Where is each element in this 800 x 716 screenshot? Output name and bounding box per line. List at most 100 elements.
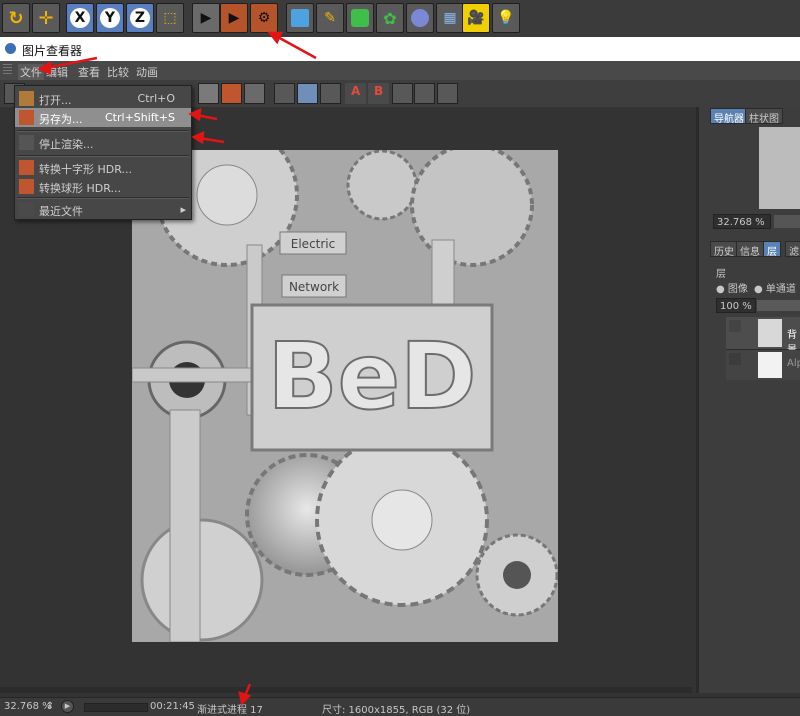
app-icon (5, 43, 16, 54)
render-progress-bar (84, 703, 148, 712)
render-view-icon[interactable]: ▶ (192, 3, 220, 33)
menu-grip (3, 64, 12, 76)
menu-convert-sphere-hdr[interactable]: 转换球形 HDR... (15, 177, 191, 196)
layer-row-alpha[interactable]: Alp (726, 350, 800, 380)
rendered-image: BeD Electric Network (132, 150, 558, 642)
light-icon[interactable]: 💡 (492, 3, 520, 33)
status-time: 00:21:45 (150, 701, 195, 712)
status-bar: 32.768 % ⇕ ▶ 00:21:45 渐进式进程 17 尺寸: 1600x… (0, 697, 800, 716)
menu-save-as-label: 另存为... (39, 113, 83, 126)
deformer-icon[interactable] (406, 3, 434, 33)
split-icon[interactable] (297, 83, 318, 104)
layer-visibility-checkbox[interactable] (729, 320, 741, 332)
tab-histogram[interactable]: 柱状图 (745, 108, 783, 125)
window-titlebar: 图片查看器 (0, 37, 800, 61)
layer-name-alpha: Alp (787, 358, 800, 369)
tab-filter[interactable]: 滤 (785, 241, 800, 258)
file-dropdown-menu: 打开... Ctrl+O 另存为... Ctrl+Shift+S 停止渲染...… (14, 85, 192, 220)
menu-edit[interactable]: 编辑 (46, 64, 68, 80)
render-picture-viewer-icon[interactable]: ▶ (220, 3, 248, 33)
camera-icon[interactable]: 🎥 (462, 3, 490, 33)
menu-animation[interactable]: 动画 (136, 64, 158, 80)
radio-single-channel[interactable]: ● 单通道 (754, 280, 796, 295)
move-icon[interactable]: ✛ (32, 3, 60, 33)
coordinate-system-icon[interactable]: ⬚ (156, 3, 184, 33)
tab-layer[interactable]: 层 (763, 241, 781, 258)
tab-navigator[interactable]: 导航器 (710, 108, 748, 125)
render-active-icon[interactable] (221, 83, 242, 104)
horizontal-scrollbar[interactable] (0, 687, 692, 693)
right-panel: 导航器 柱状图 32.768 % 历史 信息 层 滤 层 ● 图像 ● 单通道 … (696, 107, 800, 693)
recent-files-icon (19, 202, 34, 217)
open-icon (19, 91, 34, 106)
render-all-icon[interactable] (244, 83, 265, 104)
radio-image[interactable]: ● 图像 (716, 280, 748, 295)
menu-compare[interactable]: 比较 (107, 64, 129, 80)
opacity-field[interactable]: 100 % (716, 298, 756, 313)
menu-convert-sphere-hdr-label: 转换球形 HDR... (39, 182, 121, 195)
menu-convert-cross-hdr[interactable]: 转换十字形 HDR... (15, 158, 191, 177)
view-a-icon[interactable] (392, 83, 413, 104)
set-a-icon[interactable]: A (345, 83, 366, 104)
menu-save-as[interactable]: 另存为... Ctrl+Shift+S (15, 108, 191, 127)
opacity-slider[interactable] (757, 300, 800, 311)
menu-view[interactable]: 查看 (78, 64, 100, 80)
menu-open-shortcut: Ctrl+O (137, 92, 175, 105)
render-settings-icon[interactable]: ⚙ (250, 3, 278, 33)
navigator-zoom-field[interactable]: 32.768 % (713, 214, 771, 229)
status-image-size: 尺寸: 1600x1855, RGB (32 位) (322, 705, 471, 716)
zoom-stepper-icon[interactable]: ⇕ (46, 701, 54, 712)
menu-file[interactable]: 文件 (18, 64, 44, 80)
navigator-thumbnail[interactable] (759, 127, 800, 209)
subdivision-icon[interactable] (346, 3, 374, 33)
radio-single-label: 单通道 (765, 284, 796, 295)
save-as-icon (19, 110, 34, 125)
window-title: 图片查看器 (22, 44, 83, 58)
menu-stop-render[interactable]: 停止渲染... (15, 133, 191, 152)
stop-render-icon (19, 135, 34, 150)
ab-compare-icon[interactable] (274, 83, 295, 104)
submenu-arrow-icon: ▸ (180, 203, 186, 216)
ab-swap-icon[interactable] (320, 83, 341, 104)
z-axis-button[interactable]: Z (126, 3, 154, 33)
menu-recent-files[interactable]: 最近文件 ▸ (15, 200, 191, 219)
status-zoom[interactable]: 32.768 % (4, 701, 52, 712)
undo-icon[interactable]: ↻ (2, 3, 30, 33)
cross-hdr-icon (19, 160, 34, 175)
layer-thumbnail (758, 319, 782, 347)
menu-save-as-shortcut: Ctrl+Shift+S (105, 111, 175, 124)
layer-row-background[interactable]: 背景 (726, 317, 800, 356)
view-b-icon[interactable] (414, 83, 435, 104)
render-region-icon[interactable] (198, 83, 219, 104)
cube-icon[interactable] (286, 3, 314, 33)
radio-image-label: 图像 (727, 284, 748, 295)
menu-open-label: 打开... (39, 94, 72, 107)
sphere-hdr-icon (19, 179, 34, 194)
main-toolbar: ↻ ✛ X Y Z ⬚ ▶ ▶ ⚙ ✎ ✿ ▦ 🎥 💡 (0, 0, 800, 37)
menubar: 文件 编辑 查看 比较 动画 (0, 61, 800, 80)
menu-open[interactable]: 打开... Ctrl+O (15, 89, 191, 108)
floor-icon[interactable]: ▦ (436, 3, 464, 33)
menu-recent-files-label: 最近文件 (39, 205, 83, 218)
layer-visibility-checkbox[interactable] (729, 353, 741, 365)
gears-render: BeD Electric Network (132, 150, 558, 642)
x-axis-button[interactable]: X (66, 3, 94, 33)
letters-text: BeD (268, 323, 477, 430)
alpha-thumbnail (758, 352, 782, 378)
play-icon[interactable]: ▶ (61, 700, 74, 713)
tab-info[interactable]: 信息 (736, 241, 764, 258)
y-axis-button[interactable]: Y (96, 3, 124, 33)
array-icon[interactable]: ✿ (376, 3, 404, 33)
navigator-zoom-slider[interactable] (774, 215, 800, 228)
menu-separator (17, 155, 189, 157)
set-b-icon[interactable]: B (368, 83, 389, 104)
pen-icon[interactable]: ✎ (316, 3, 344, 33)
view-ab-icon[interactable] (437, 83, 458, 104)
menu-convert-cross-hdr-label: 转换十字形 HDR... (39, 163, 132, 176)
status-progress: 渐进式进程 17 (197, 705, 263, 716)
sign-network: Network (289, 280, 339, 294)
tab-history[interactable]: 历史 (710, 241, 738, 258)
layer-header: 层 (716, 269, 726, 280)
menu-stop-render-label: 停止渲染... (39, 138, 94, 151)
sign-electric: Electric (291, 237, 335, 251)
